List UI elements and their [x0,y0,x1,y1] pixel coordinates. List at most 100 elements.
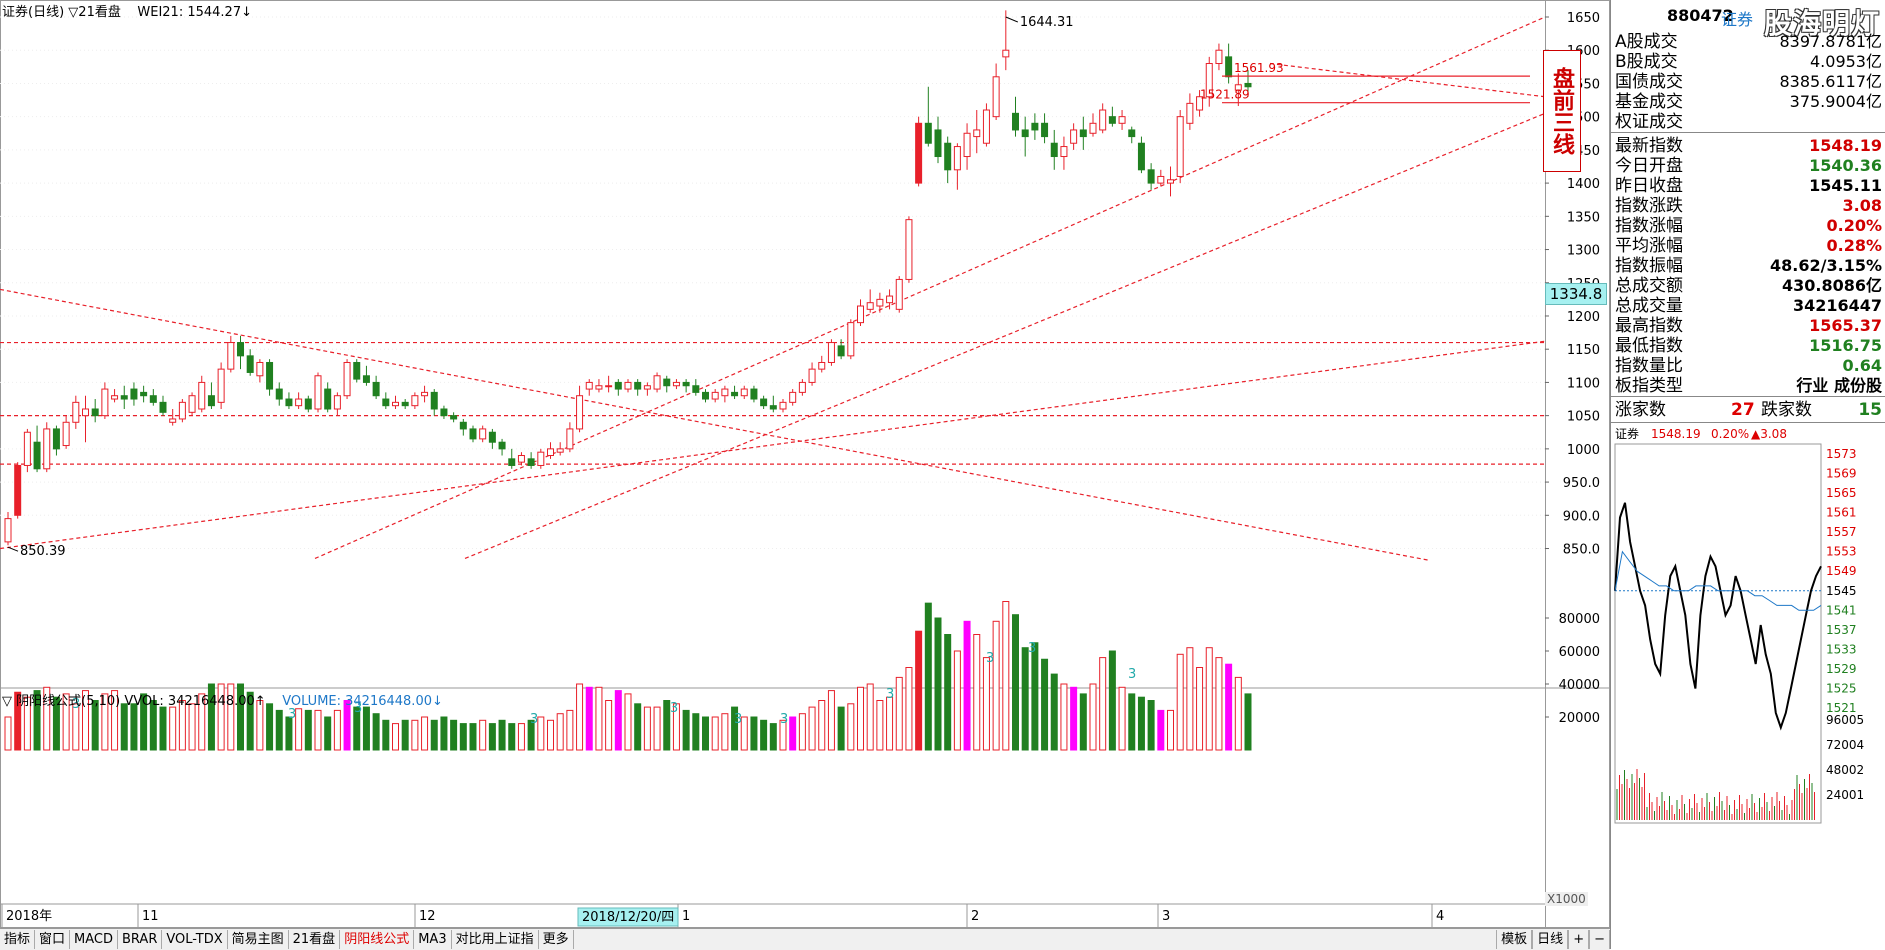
view-selector[interactable]: ▽21看盘 [68,5,121,20]
candle-body [740,388,748,397]
mini-price-label: 1557 [1826,525,1857,539]
volume-bar [1060,683,1068,751]
volume-bar [421,716,429,751]
candle-body [1041,122,1049,138]
candle-body [372,381,380,397]
diagonal-trendline [464,112,1546,560]
tab-10[interactable]: 更多 [539,930,574,949]
candle-body [52,428,60,450]
tab-1[interactable]: 窗口 [35,930,71,949]
diagonal-trendline [314,16,1546,560]
vvol-value: VVOL: 34216448.00↑ [124,694,266,709]
candle-body [353,361,361,380]
candle-body [227,342,235,370]
indicator-tab-bar: 指标 窗口 MACD BRAR VOL-TDX 简易主图 21看盘 阴阳线公式 MA3 对比用上证… [0,928,1610,950]
candle-body [895,278,903,310]
tabbar-right-3[interactable]: − [1589,930,1610,949]
candle-body [837,345,845,357]
candle-body [750,388,758,400]
volume-bar [566,709,574,751]
candle-body [672,381,680,387]
candle-body [149,395,157,403]
volume-bar [517,723,525,751]
mini-price-label: 1561 [1826,506,1857,520]
volume-bar [1002,601,1010,751]
candle-body [72,401,80,423]
candle-body [1021,129,1029,138]
volume-bar [1225,663,1233,751]
tab-2[interactable]: MACD [70,930,118,949]
mini-volume-label: 96005 [1826,713,1864,727]
volume-bar [886,696,894,751]
candle-body [33,441,41,470]
price-axis-label: 1150 [1567,343,1600,358]
tabbar-right-0[interactable]: 模板 [1496,930,1533,949]
volume-bar [479,719,487,751]
volume-bar [934,617,942,751]
tab-8[interactable]: MA3 [414,930,452,949]
candle-body [256,361,264,377]
tabbar-right-1[interactable]: 日线 [1532,930,1569,949]
kline-chart-area[interactable]: 1650160015501500145014001350130012501200… [0,0,1610,950]
candle-body [1137,142,1145,171]
volume-bar [1244,693,1252,751]
candle-body [1108,116,1116,124]
tab-9[interactable]: 对比用上证指 [452,930,539,949]
candle-body [43,428,51,470]
price-axis-label: 1350 [1567,210,1600,225]
volume-bar [857,686,864,751]
candle-body [130,388,138,400]
candle-body [634,381,642,390]
tabbar-right-2[interactable]: + [1568,930,1590,949]
candle-body [982,109,990,144]
candle-body [1157,175,1165,184]
volume-bar [944,634,952,751]
mini-price-label: 1525 [1826,681,1857,695]
volume-bar [130,703,138,751]
kline-chart-svg[interactable]: 1650160015501500145014001350130012501200… [0,0,1610,949]
volume-bar [1021,647,1029,751]
volume-bar [469,723,477,751]
mini-price-label: 1537 [1826,623,1857,637]
candle-body [1031,122,1039,131]
tab-6[interactable]: 21看盘 [289,930,341,949]
candle-body [760,398,768,407]
candle-body [857,305,864,324]
candle-body [1176,116,1184,177]
volume-formula-label[interactable]: ▽ 阴阳线公式(5,10) [2,694,120,709]
mini-chart-price: 1548.19 [1651,427,1701,441]
tab-5[interactable]: 简易主图 [228,930,289,949]
main-chart-header: 证券(日线) ▽21看盘 WEI21: 1544.27↓ [2,1,252,20]
intraday-mini-chart[interactable]: 证券 1548.19 0.20% ▲3.08 1573 1569 1565 1561 1557 1… [1611,0,1885,949]
candle-body [140,391,148,397]
volume-bar [1012,614,1019,751]
candle-body [624,381,632,390]
volume-bar [702,716,709,751]
volume-bar [411,719,419,751]
volume-bar [585,686,593,751]
price-axis-label: 850.0 [1563,543,1600,558]
tab-4[interactable]: VOL-TDX [162,930,228,949]
volume-bar [1205,647,1213,751]
tab-3[interactable]: BRAR [118,930,163,949]
candle-body [556,448,564,453]
volume-bar [324,716,332,751]
diagonal-trendline [0,340,1546,550]
candle-body [1215,49,1223,65]
candle-body [4,518,12,543]
date-axis-label: 12 [419,909,436,924]
candle-body [1147,169,1155,184]
volume-bar [1137,696,1145,751]
volume-bar [1128,693,1136,751]
volume-bar [430,719,438,751]
tab-7[interactable]: 阴阳线公式 [340,930,415,949]
volume-bar [1196,667,1204,751]
candle-body [362,375,370,383]
tab-0[interactable]: 指标 [0,930,36,949]
candle-body [711,391,719,400]
candle-body [314,375,322,410]
volume-axis-label: 60000 [1559,645,1600,660]
quote-panel: 880472 证券 股海明灯 A股成交 8397.8781亿 B股成交 4.0953亿… [1610,0,1885,949]
mini-chart-name: 证券 [1615,426,1639,441]
candle-body [459,421,467,430]
